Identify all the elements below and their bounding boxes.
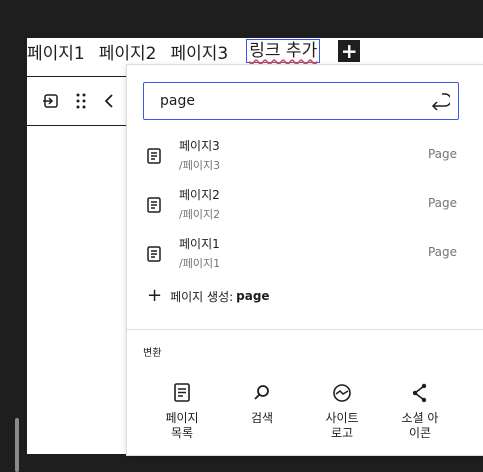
add-block-button[interactable]: + [338,39,361,63]
page-icon [145,147,163,165]
nav-item-page1[interactable]: 페이지1 [27,39,85,64]
search-result-item[interactable]: 페이지1 /페이지1 Page [137,233,467,277]
result-title: 페이지3 [179,139,220,153]
transform-social-icons[interactable]: 소셜 아 이콘 [385,381,455,441]
transform-label: 페이지 목록 [165,411,199,440]
result-title: 페이지2 [179,188,220,202]
transform-search[interactable]: 검색 [227,381,297,426]
navigation-block: 페이지1 페이지2 페이지3 링크 추가 + [27,38,483,64]
search-field[interactable] [143,82,459,120]
result-url: /페이지1 [179,257,221,270]
result-type: Page [427,196,457,210]
link-control-popover: 페이지3 /페이지3 Page 페이지2 /페이지2 Page 페이지1 /페이… [126,64,483,456]
page-icon [145,196,163,214]
transform-label: 사이트 로고 [325,411,359,440]
page-icon [145,245,163,263]
divider [127,329,483,330]
plus-icon: + [147,285,163,306]
nav-item-page2[interactable]: 페이지2 [99,39,157,64]
block-type-icon[interactable] [39,89,63,113]
search-input[interactable] [160,83,430,118]
transform-site-logo[interactable]: 사이트 로고 [307,381,377,441]
result-url: /페이지2 [179,208,221,221]
create-page-query: page [236,289,270,303]
result-type: Page [427,147,457,161]
result-title: 페이지1 [179,237,220,251]
search-result-item[interactable]: 페이지3 /페이지3 Page [137,135,467,179]
nav-item-page3[interactable]: 페이지3 [171,39,229,64]
result-url: /페이지3 [179,159,221,172]
submit-enter-icon[interactable] [430,91,452,111]
transform-label: 소셜 아 이콘 [401,411,439,440]
block-toolbar [27,76,128,126]
create-page-button[interactable]: + 페이지 생성: page [147,285,270,307]
create-page-label: 페이지 생성: [170,289,234,304]
editor-top-bar [0,0,483,38]
search-result-item[interactable]: 페이지2 /페이지2 Page [137,184,467,228]
drag-handle-icon[interactable] [69,89,93,113]
search-icon [250,381,274,405]
chevron-left-icon[interactable] [97,89,121,113]
add-link-item[interactable]: 링크 추가 [246,39,321,63]
left-gutter [0,38,27,472]
transform-page-list[interactable]: 페이지 목록 [147,381,217,441]
share-icon [408,381,432,405]
site-logo-icon [330,381,354,405]
transform-label: 검색 [250,411,274,425]
page-list-icon [170,381,194,405]
scrollbar-thumb[interactable] [15,418,19,472]
result-type: Page [427,245,457,259]
transform-heading: 변환 [143,348,162,359]
